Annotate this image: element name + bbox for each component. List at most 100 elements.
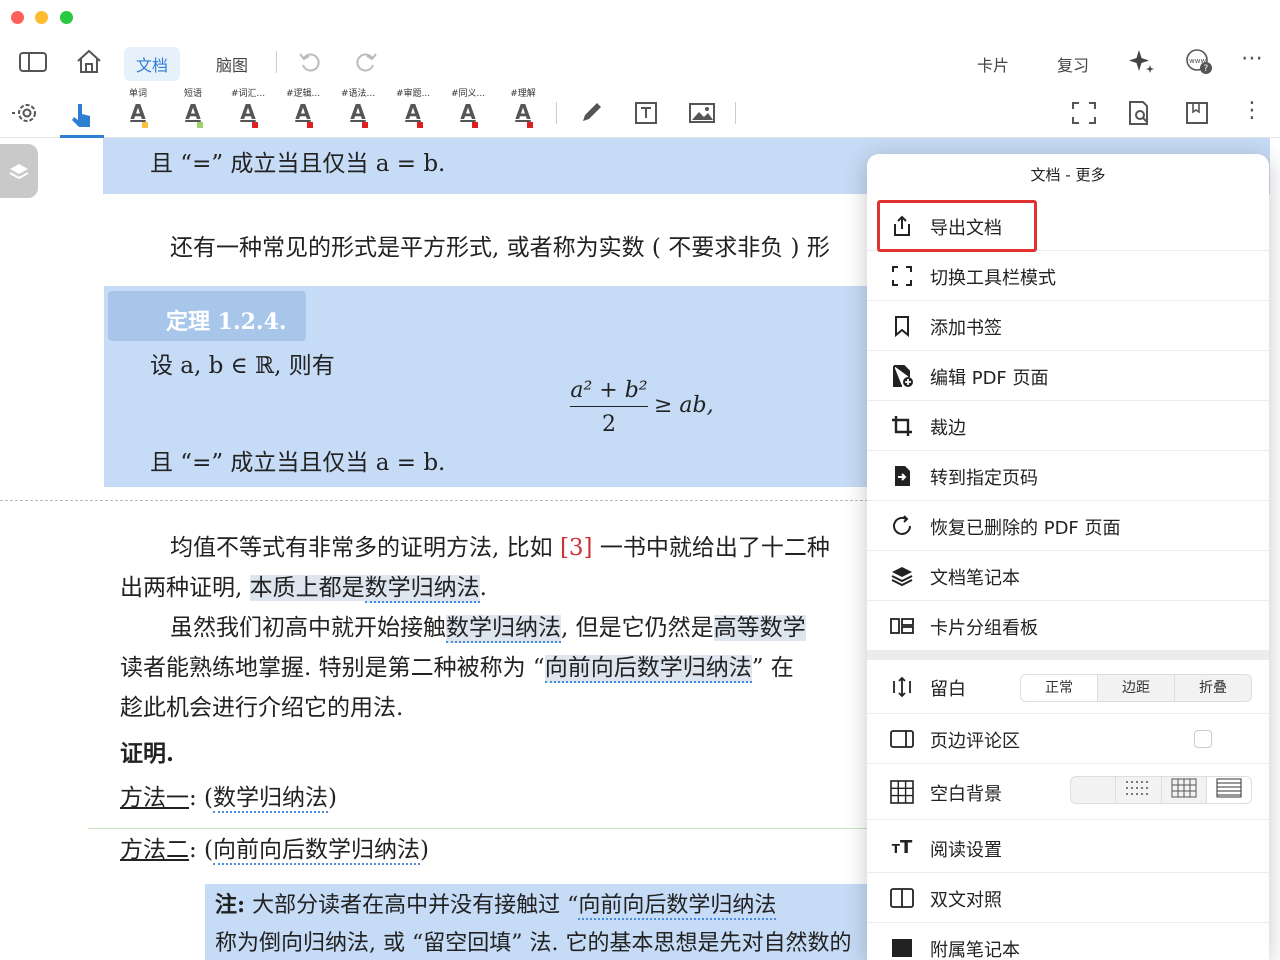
grid-icon: [889, 779, 915, 804]
menu-goto-page[interactable]: 转到指定页码: [867, 451, 1269, 501]
text-highlight-icon: A: [130, 100, 146, 124]
linked-term[interactable]: 数学归纳法: [446, 615, 561, 643]
linked-term[interactable]: 向前向后数学归纳法: [578, 893, 777, 920]
pointer-tool[interactable]: [60, 96, 104, 138]
layers-icon: [889, 564, 915, 588]
document-search-icon[interactable]: [1126, 100, 1154, 126]
paragraph-line-1: 均值不等式有非常多的证明方法, 比如 [3] 一书中就给出了十二种: [170, 535, 830, 561]
citation-link[interactable]: [3]: [560, 535, 593, 561]
menu-crop[interactable]: 裁边: [867, 401, 1269, 451]
vertical-more-icon[interactable]: ⋮: [1240, 96, 1264, 126]
image-icon[interactable]: [688, 100, 716, 126]
menu-label: 裁边: [930, 418, 966, 439]
tab-mindmap[interactable]: 脑图: [204, 47, 260, 81]
linked-term[interactable]: 数学归纳法: [213, 785, 329, 813]
formula-denominator: 2: [602, 412, 616, 437]
highlight-tool-3[interactable]: #词汇... A: [226, 88, 270, 134]
menu-label: 留白: [930, 679, 966, 700]
settings-gear-icon[interactable]: [12, 100, 42, 126]
linked-term[interactable]: 向前向后数学归纳法: [213, 837, 421, 865]
menu-dual-text-compare[interactable]: 双文对照: [867, 873, 1269, 923]
menu-document-notebook[interactable]: 文档笔记本: [867, 551, 1269, 601]
bookmark-book-icon[interactable]: [1183, 100, 1211, 126]
highlight-tool-label: #审题...: [395, 89, 431, 99]
highlight-tool-7[interactable]: #同义... A: [446, 88, 490, 134]
linked-term[interactable]: 向前向后数学归纳法: [544, 655, 752, 683]
web-search-icon[interactable]: www?: [1185, 48, 1215, 76]
redo-icon[interactable]: [354, 50, 378, 74]
close-window-button[interactable]: [11, 11, 24, 24]
highlighted-text[interactable]: 高等数学: [713, 615, 806, 641]
text-highlight-icon: A: [405, 100, 421, 124]
highlight-tool-label: #理解: [510, 89, 536, 99]
highlight-tool-label: 短语: [183, 89, 202, 99]
menu-blank-background: 空白背景: [867, 764, 1269, 820]
crop-icon: [889, 414, 915, 438]
menu-attached-notebook[interactable]: 附属笔记本: [867, 923, 1269, 960]
pattern-lines-option[interactable]: [1206, 777, 1251, 803]
zoom-window-button[interactable]: [60, 11, 73, 24]
text-highlight-icon: A: [350, 100, 366, 124]
review-button[interactable]: 复习: [1057, 52, 1089, 76]
color-swatch: [472, 122, 478, 128]
linked-term[interactable]: 数学归纳法: [364, 575, 480, 603]
pattern-grid-option[interactable]: [1162, 777, 1207, 803]
notebook-icon: [889, 936, 915, 960]
pattern-dots-option[interactable]: [1116, 777, 1162, 803]
margin-option-fold[interactable]: 折叠: [1175, 675, 1251, 701]
highlight-tool-label: #同义...: [450, 89, 486, 99]
side-panel-icon: [889, 727, 915, 751]
goto-page-icon: [889, 464, 915, 488]
highlighted-text[interactable]: 本质上都是: [249, 575, 365, 601]
text-box-icon[interactable]: [633, 100, 661, 126]
menu-label: 编辑 PDF 页面: [930, 368, 1049, 389]
highlight-tool-label: #语法...: [340, 89, 376, 99]
highlight-tool-6[interactable]: #审题... A: [391, 88, 435, 134]
layers-side-tab[interactable]: [0, 144, 38, 198]
note-line-1: 注: 大部分读者在高中并没有接触过 “向前向后数学归纳法: [215, 892, 777, 920]
highlight-tool-4[interactable]: #逻辑... A: [281, 88, 325, 134]
pen-icon[interactable]: [578, 100, 606, 126]
color-swatch: [527, 122, 533, 128]
menu-reading-settings[interactable]: TT 阅读设置: [867, 823, 1269, 873]
menu-label: 转到指定页码: [930, 468, 1038, 489]
text-highlight-icon: A: [240, 100, 256, 124]
comment-area-checkbox[interactable]: [1194, 730, 1212, 748]
paragraph-line-3: 虽然我们初高中就开始接触数学归纳法, 但是它仍然是高等数学: [170, 615, 806, 643]
formula-inequality: ≥ ab,: [654, 393, 714, 418]
color-swatch: [142, 122, 148, 128]
text-highlight-icon: A: [460, 100, 476, 124]
menu-toggle-toolbar-mode[interactable]: 切换工具栏模式: [867, 251, 1269, 301]
highlight-tool-label: 单词: [128, 89, 147, 99]
sidebar-toggle-icon[interactable]: [18, 50, 48, 74]
margin-icon: [889, 675, 915, 699]
menu-label: 文档笔记本: [930, 568, 1020, 589]
highlight-tool-8[interactable]: #理解 A: [501, 88, 545, 134]
pattern-blank-option[interactable]: [1071, 777, 1117, 803]
menu-add-bookmark[interactable]: 添加书签: [867, 301, 1269, 351]
tab-document[interactable]: 文档: [124, 47, 181, 81]
section-divider: [867, 651, 1269, 660]
background-pattern-selector[interactable]: [1070, 776, 1252, 804]
fullscreen-icon[interactable]: [1070, 100, 1098, 126]
menu-margin-comments[interactable]: 页边评论区: [867, 714, 1269, 764]
minimize-window-button[interactable]: [35, 11, 48, 24]
menu-edit-pdf-pages[interactable]: 编辑 PDF 页面: [867, 351, 1269, 401]
margin-segmented-control[interactable]: 正常 边距 折叠: [1020, 674, 1252, 702]
highlight-tool-1[interactable]: 单词 A: [116, 88, 160, 134]
dots-pattern-icon: [1126, 781, 1149, 795]
svg-text:?: ?: [1204, 64, 1209, 74]
margin-option-edge[interactable]: 边距: [1098, 675, 1175, 701]
highlight-tool-5[interactable]: #语法... A: [336, 88, 380, 134]
ai-sparkle-icon[interactable]: [1127, 48, 1157, 76]
home-icon[interactable]: [75, 48, 103, 74]
highlight-tool-2[interactable]: 短语 A: [171, 88, 215, 134]
more-menu-icon[interactable]: ⋯: [1238, 46, 1266, 71]
menu-card-board[interactable]: 卡片分组看板: [867, 601, 1269, 651]
cards-button[interactable]: 卡片: [977, 52, 1009, 76]
theorem-title: 定理 1.2.4.: [166, 309, 287, 335]
undo-icon[interactable]: [298, 50, 322, 74]
menu-restore-deleted-pages[interactable]: 恢复已删除的 PDF 页面: [867, 501, 1269, 551]
export-highlight-frame: [877, 200, 1037, 252]
margin-option-normal[interactable]: 正常: [1021, 675, 1098, 701]
